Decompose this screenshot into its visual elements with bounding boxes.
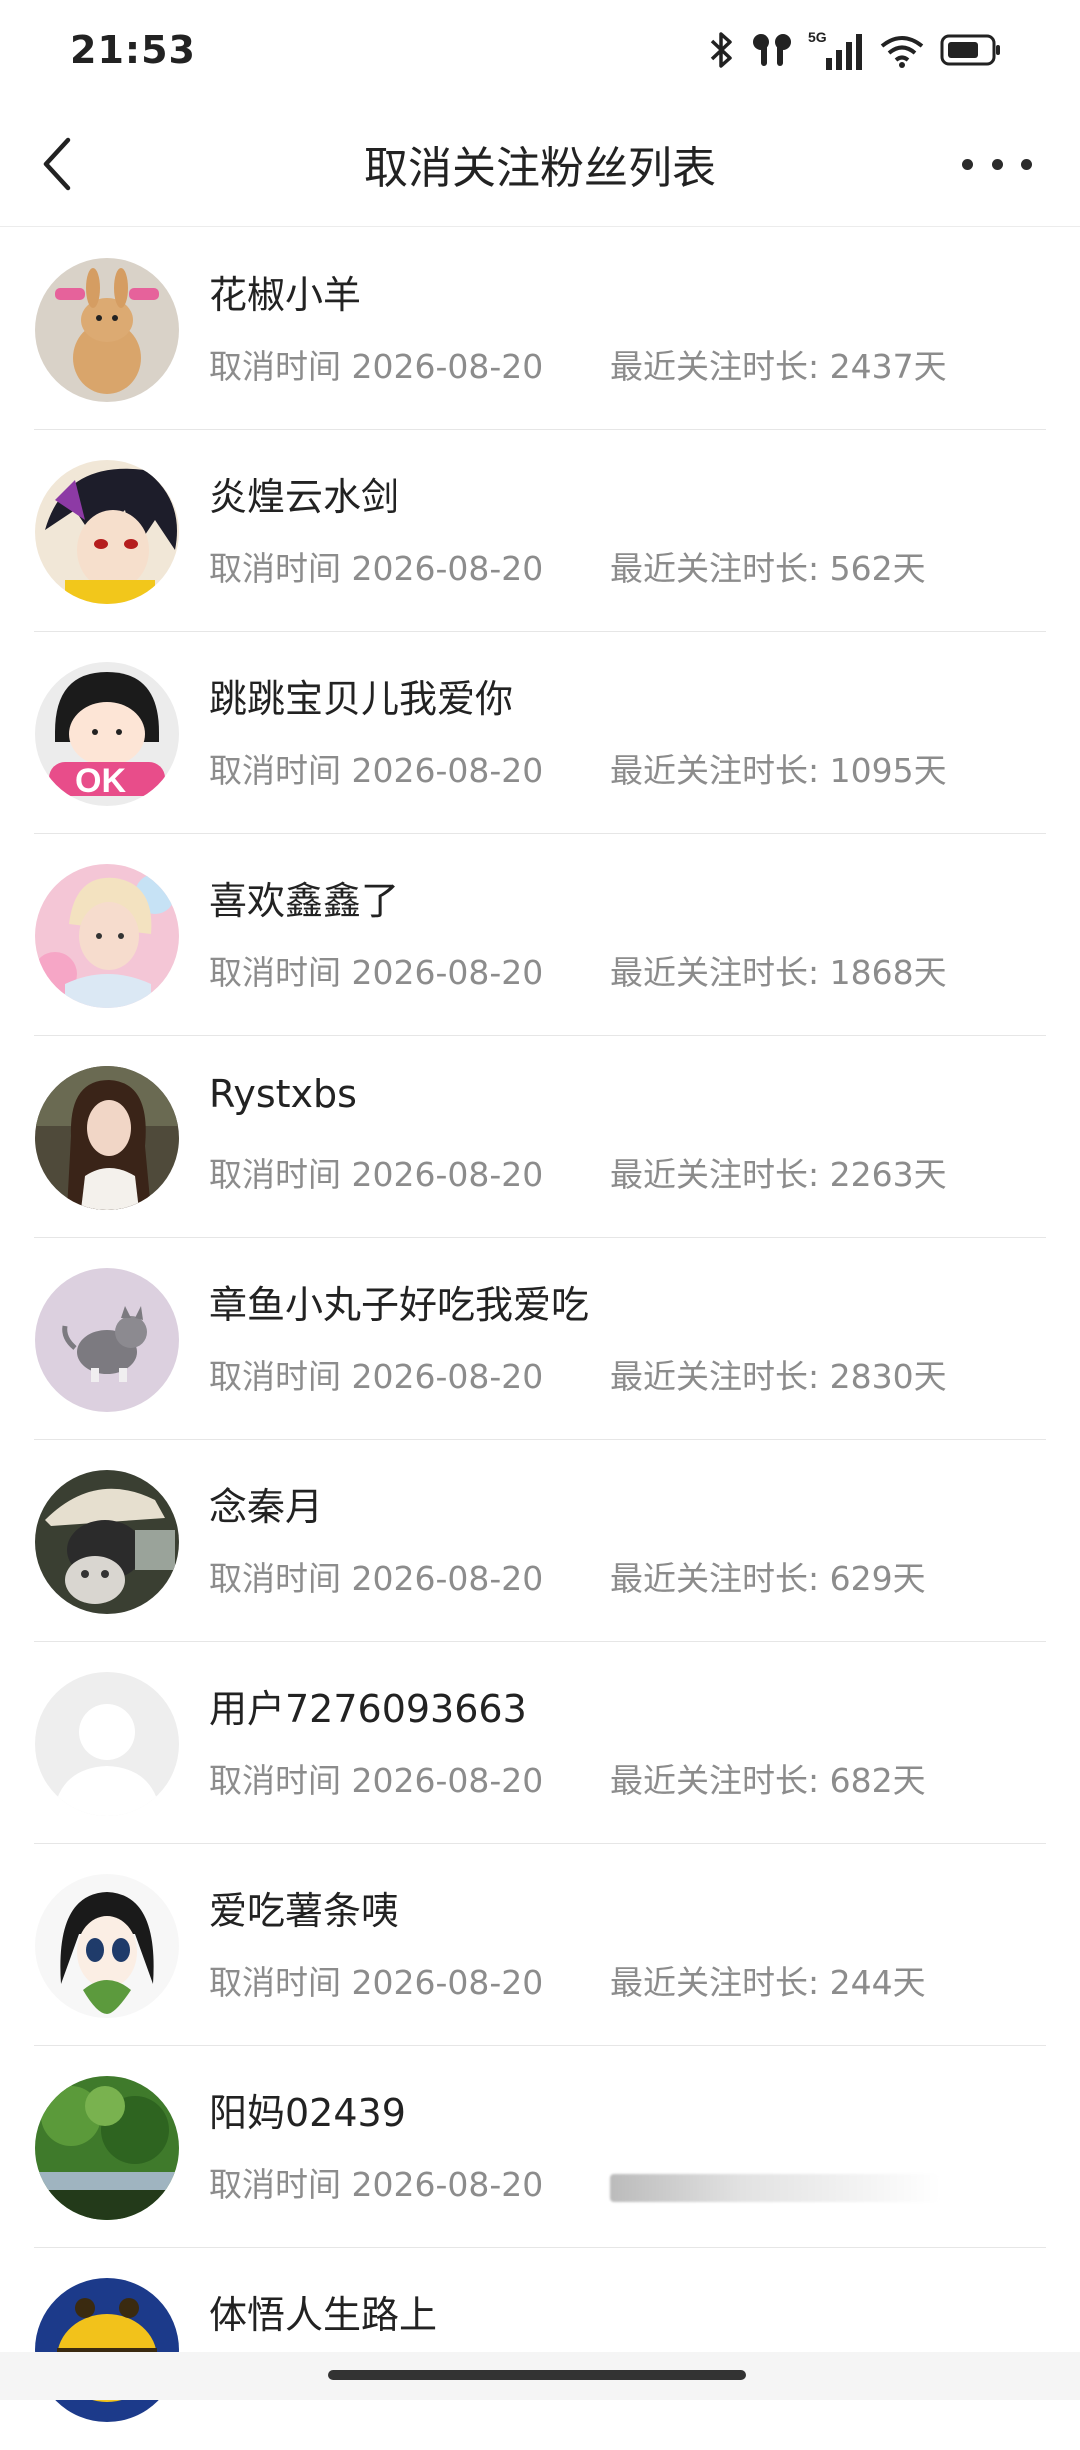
cancel-time: 取消时间 2026-08-20: [209, 2165, 544, 2204]
green-blur-avatar[interactable]: [35, 2076, 179, 2220]
signal-5g-icon: 5G: [808, 28, 864, 72]
anime-avatar[interactable]: [35, 460, 179, 604]
cancel-time: 取消时间 2026-08-20: [209, 1559, 544, 1598]
user-name: Rystxbs: [209, 1072, 357, 1116]
list-item[interactable]: 章鱼小丸子好吃我爱吃 取消时间 2026-08-20 最近关注时长: 2830天: [0, 1238, 1080, 1440]
list-item[interactable]: 爱吃薯条咦 取消时间 2026-08-20 最近关注时长: 244天: [0, 1844, 1080, 2046]
follow-duration: 最近关注时长: 682天: [610, 1761, 926, 1800]
network-label: 5G: [808, 29, 827, 45]
page-title: 取消关注粉丝列表: [364, 143, 716, 194]
cancel-time: 取消时间 2026-08-20: [209, 1155, 544, 1194]
chevron-left-icon: [43, 137, 71, 191]
list-item[interactable]: OK 跳跳宝贝儿我爱你 取消时间 2026-08-20 最近关注时长: 1095…: [0, 632, 1080, 834]
home-indicator[interactable]: [328, 2370, 746, 2380]
woman-avatar[interactable]: [35, 1066, 179, 1210]
user-name: 念秦月: [209, 1485, 324, 1529]
user-name: 用户7276093663: [209, 1687, 527, 1731]
nav-bar: 取消关注粉丝列表: [0, 100, 1080, 228]
more-dot: [1021, 158, 1032, 170]
follow-duration: 最近关注时长: 1095天: [610, 751, 947, 790]
battery-icon: [940, 33, 1002, 67]
user-name: 花椒小羊: [209, 273, 362, 317]
cancel-time: 取消时间 2026-08-20: [209, 1761, 544, 1800]
cat-hat-avatar[interactable]: [35, 1470, 179, 1614]
list-item[interactable]: 用户7276093663 取消时间 2026-08-20 最近关注时长: 682…: [0, 1642, 1080, 1844]
more-button[interactable]: [962, 144, 1032, 184]
idol-avatar[interactable]: [35, 864, 179, 1008]
status-time: 21:53: [70, 28, 196, 72]
top-divider: [0, 226, 1080, 227]
follow-duration: 最近关注时长: 1868天: [610, 953, 947, 992]
user-name: 爱吃薯条咦: [209, 1889, 400, 1933]
user-name: 喜欢鑫鑫了: [209, 879, 400, 923]
status-bar: 21:53 5G: [0, 0, 1080, 100]
list-item[interactable]: 花椒小羊 取消时间 2026-08-20 最近关注时长: 2437天: [0, 228, 1080, 430]
more-dots-icon: [962, 158, 973, 170]
blurred-duration: [610, 2174, 940, 2202]
user-name: 体悟人生路上: [209, 2293, 438, 2337]
back-button[interactable]: [30, 136, 86, 192]
cartoon-girl-avatar[interactable]: [35, 1874, 179, 2018]
cancel-time: 取消时间 2026-08-20: [209, 347, 544, 386]
wifi-icon: [878, 30, 926, 70]
user-name: 炎煌云水剑: [209, 475, 400, 519]
list-item[interactable]: 喜欢鑫鑫了 取消时间 2026-08-20 最近关注时长: 1868天: [0, 834, 1080, 1036]
user-name: 章鱼小丸子好吃我爱吃: [209, 1283, 590, 1327]
user-name: 跳跳宝贝儿我爱你: [209, 677, 514, 721]
cancel-time: 取消时间 2026-08-20: [209, 953, 544, 992]
user-name: 阳妈02439: [209, 2091, 406, 2135]
bee-avatar[interactable]: [35, 2278, 179, 2422]
follow-duration: 最近关注时长: 562天: [610, 549, 926, 588]
status-icons: 5G: [706, 28, 1002, 72]
follow-duration: 最近关注时长: 244天: [610, 1963, 926, 2002]
kitten-avatar[interactable]: [35, 1268, 179, 1412]
cancel-time: 取消时间 2026-08-20: [209, 549, 544, 588]
follow-duration: 最近关注时长: 629天: [610, 1559, 926, 1598]
unfollow-list: 花椒小羊 取消时间 2026-08-20 最近关注时长: 2437天 炎煌云水剑…: [0, 228, 1080, 2450]
earbuds-icon: [750, 30, 794, 70]
follow-duration: 最近关注时长: 2263天: [610, 1155, 947, 1194]
cancel-time: 取消时间 2026-08-20: [209, 1963, 544, 2002]
list-item[interactable]: 体悟人生路上: [0, 2248, 1080, 2450]
list-item[interactable]: 念秦月 取消时间 2026-08-20 最近关注时长: 629天: [0, 1440, 1080, 1642]
cancel-time: 取消时间 2026-08-20: [209, 1357, 544, 1396]
ok-text: OK: [75, 762, 126, 800]
default-user-avatar[interactable]: [35, 1672, 179, 1816]
more-dot: [991, 158, 1003, 170]
follow-duration: 最近关注时长: 2830天: [610, 1357, 947, 1396]
cancel-time: 取消时间 2026-08-20: [209, 751, 544, 790]
list-item[interactable]: Rystxbs 取消时间 2026-08-20 最近关注时长: 2263天: [0, 1036, 1080, 1238]
ok-girl-avatar[interactable]: OK: [35, 662, 179, 806]
list-item[interactable]: 阳妈02439 取消时间 2026-08-20: [0, 2046, 1080, 2248]
list-item[interactable]: 炎煌云水剑 取消时间 2026-08-20 最近关注时长: 562天: [0, 430, 1080, 632]
follow-duration: 最近关注时长: 2437天: [610, 347, 947, 386]
bluetooth-icon: [706, 30, 736, 70]
rabbit-avatar[interactable]: [35, 258, 179, 402]
